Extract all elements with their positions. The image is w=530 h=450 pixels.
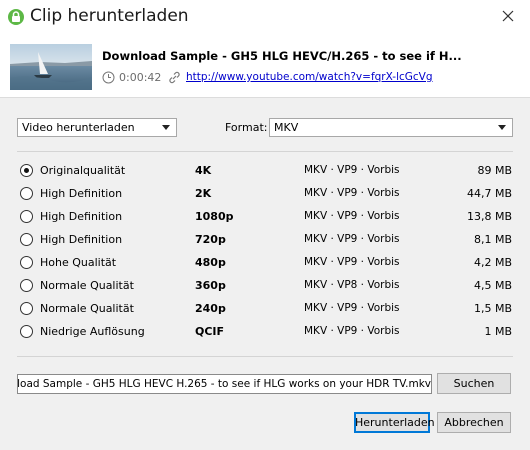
chevron-down-icon: [498, 125, 506, 130]
radio-button[interactable]: [20, 302, 33, 315]
divider: [17, 151, 513, 152]
quality-codec: MKV · VP9 · Vorbis: [304, 233, 400, 245]
quality-resolution: 360p: [195, 279, 226, 292]
video-info-panel: Download Sample - GH5 HLG HEVC/H.265 - t…: [0, 36, 530, 98]
format-label: Format:: [225, 121, 268, 134]
radio-button[interactable]: [20, 164, 33, 177]
quality-codec: MKV · VP9 · Vorbis: [304, 325, 400, 337]
download-button[interactable]: Herunterladen: [354, 412, 435, 433]
quality-name: Normale Qualität: [40, 302, 134, 315]
close-icon[interactable]: [500, 8, 516, 24]
app-logo-icon: [8, 9, 24, 25]
quality-codec: MKV · VP8 · Vorbis: [304, 279, 400, 291]
clock-icon: [102, 71, 115, 84]
video-thumbnail: [10, 44, 92, 90]
quality-resolution: 1080p: [195, 210, 234, 223]
quality-codec: MKV · VP9 · Vorbis: [304, 210, 400, 222]
quality-name: High Definition: [40, 187, 123, 200]
quality-size: 1 MB: [484, 325, 512, 338]
radio-button[interactable]: [20, 233, 33, 246]
quality-codec: MKV · VP9 · Vorbis: [304, 302, 400, 314]
format-value: MKV: [274, 121, 299, 134]
quality-name: Originalqualität: [40, 164, 126, 177]
quality-name: High Definition: [40, 210, 123, 223]
quality-resolution: 2K: [195, 187, 212, 200]
cancel-button[interactable]: Abbrechen: [437, 412, 511, 433]
download-type-value: Video herunterladen: [22, 121, 135, 134]
title-bar: Clip herunterladen: [0, 0, 530, 36]
radio-button[interactable]: [20, 187, 33, 200]
radio-button[interactable]: [20, 210, 33, 223]
quality-name: High Definition: [40, 233, 123, 246]
format-select[interactable]: MKV: [269, 118, 513, 137]
radio-button[interactable]: [20, 325, 33, 338]
quality-size: 4,5 MB: [473, 279, 512, 292]
quality-size: 8,1 MB: [473, 233, 512, 246]
quality-option-2k[interactable]: High Definition 2K MKV · VP9 · Vorbis 44…: [20, 185, 512, 203]
quality-size: 1,5 MB: [473, 302, 512, 315]
quality-resolution: 720p: [195, 233, 226, 246]
quality-name: Normale Qualität: [40, 279, 134, 292]
quality-size: 44,7 MB: [466, 187, 512, 200]
video-url-link[interactable]: http://www.youtube.com/watch?v=fqrX-lcGc…: [186, 71, 433, 83]
quality-name: Hohe Qualität: [40, 256, 117, 269]
quality-option-1080p[interactable]: High Definition 1080p MKV · VP9 · Vorbis…: [20, 208, 512, 226]
quality-codec: MKV · VP9 · Vorbis: [304, 164, 400, 176]
quality-resolution: 240p: [195, 302, 226, 315]
search-button[interactable]: Suchen: [437, 373, 511, 394]
quality-codec: MKV · VP9 · Vorbis: [304, 187, 400, 199]
quality-resolution: QCIF: [195, 325, 225, 338]
chevron-down-icon: [162, 125, 170, 130]
quality-option-240p[interactable]: Normale Qualität 240p MKV · VP9 · Vorbis…: [20, 300, 512, 318]
radio-button[interactable]: [20, 279, 33, 292]
quality-codec: MKV · VP9 · Vorbis: [304, 256, 400, 268]
link-icon: [168, 71, 181, 84]
quality-size: 13,8 MB: [466, 210, 512, 223]
quality-option-360p[interactable]: Normale Qualität 360p MKV · VP8 · Vorbis…: [20, 277, 512, 295]
quality-resolution: 4K: [195, 164, 212, 177]
radio-button[interactable]: [20, 256, 33, 269]
video-duration: 0:00:42: [119, 71, 162, 84]
video-title: Download Sample - GH5 HLG HEVC/H.265 - t…: [102, 49, 462, 63]
quality-size: 4,2 MB: [473, 256, 512, 269]
quality-resolution: 480p: [195, 256, 226, 269]
quality-option-original[interactable]: Originalqualität 4K MKV · VP9 · Vorbis 8…: [20, 162, 512, 180]
window-title: Clip herunterladen: [30, 6, 189, 26]
quality-name: Niedrige Auflösung: [40, 325, 145, 338]
save-path-value: \Download Sample - GH5 HLG HEVC H.265 - …: [17, 378, 431, 390]
quality-size: 89 MB: [477, 164, 512, 177]
quality-option-720p[interactable]: High Definition 720p MKV · VP9 · Vorbis …: [20, 231, 512, 249]
quality-option-qcif[interactable]: Niedrige Auflösung QCIF MKV · VP9 · Vorb…: [20, 323, 512, 341]
divider: [17, 356, 513, 357]
download-type-select[interactable]: Video herunterladen: [17, 118, 177, 137]
save-path-field[interactable]: \Download Sample - GH5 HLG HEVC H.265 - …: [17, 374, 432, 394]
quality-option-480p[interactable]: Hohe Qualität 480p MKV · VP9 · Vorbis 4,…: [20, 254, 512, 272]
